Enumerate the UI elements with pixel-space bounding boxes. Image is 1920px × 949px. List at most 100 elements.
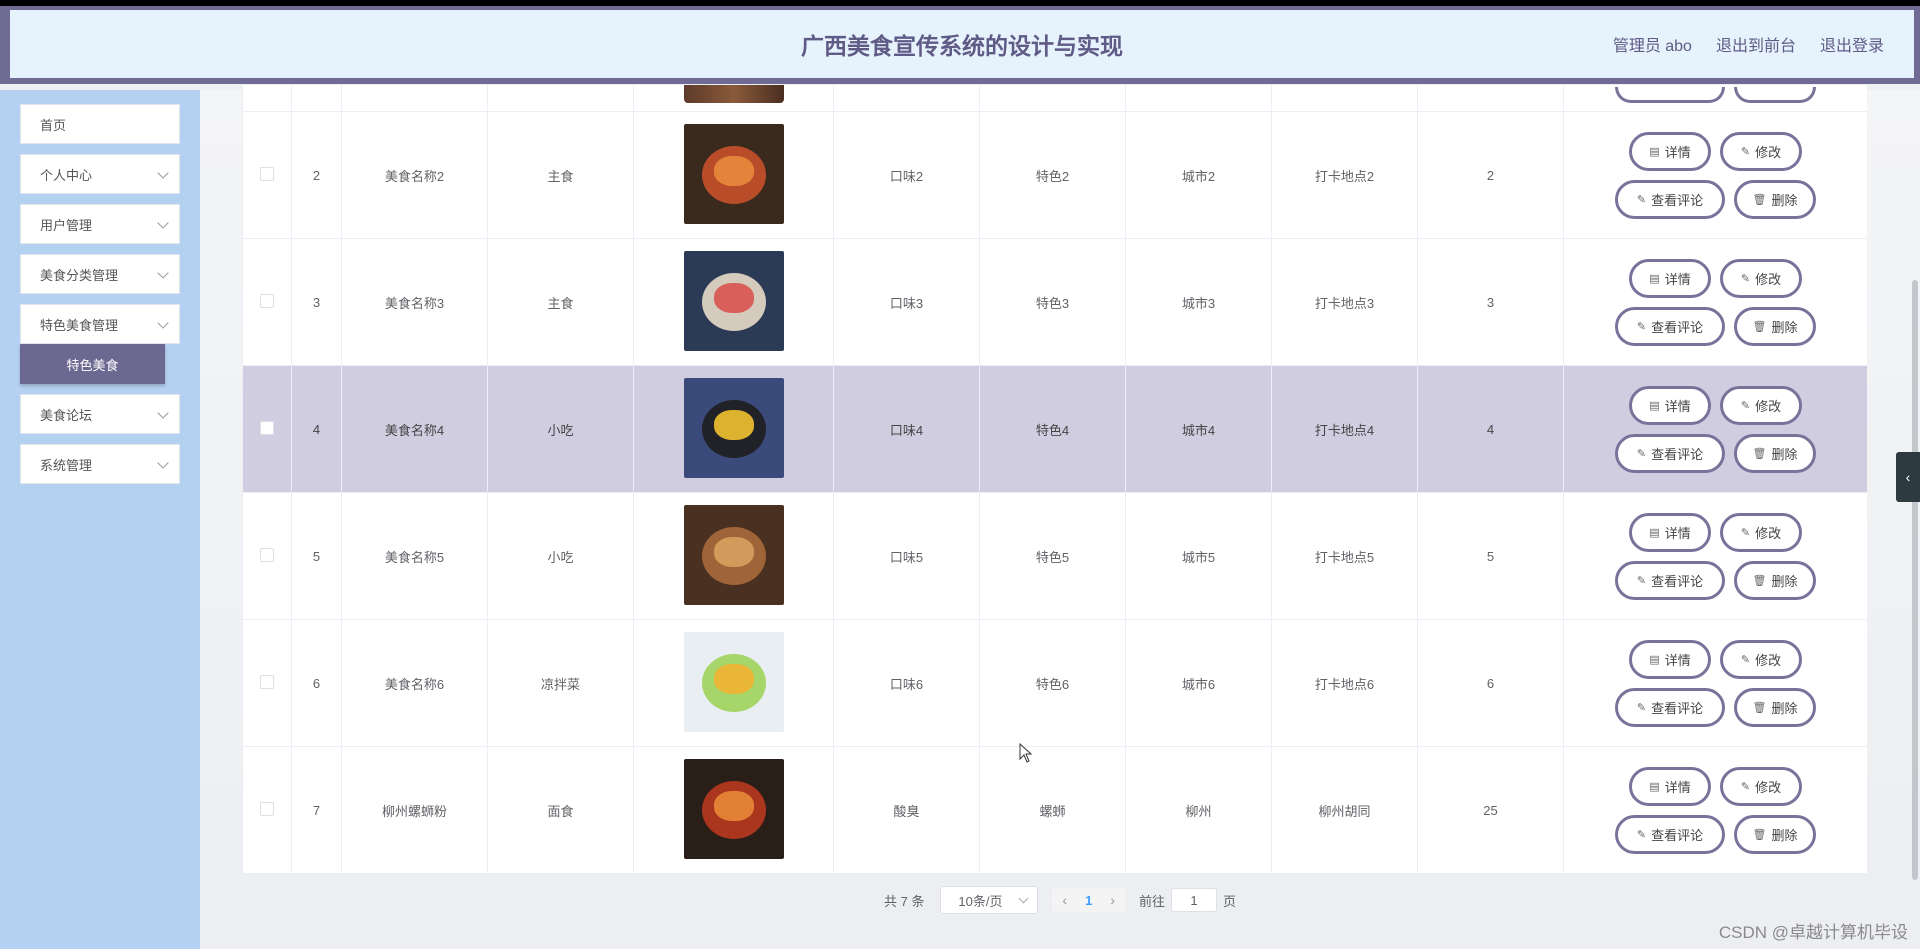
food-feature: 特色5 — [979, 492, 1126, 620]
edit-button[interactable]: ✎ 修改 — [1720, 512, 1802, 552]
food-city: 城市2 — [1125, 111, 1272, 239]
pencil-icon: ✎ — [1636, 320, 1647, 333]
row-checkbox[interactable] — [260, 801, 274, 816]
edit-button[interactable]: ✎ 修改 — [1720, 766, 1802, 806]
header-bar: 广西美食宣传系统的设计与实现 管理员 abo 退出到前台 退出登录 — [10, 10, 1914, 78]
sidebar-item-system-management[interactable]: 系统管理 — [20, 444, 180, 484]
edit-button[interactable]: ✎ 修改 — [1720, 385, 1802, 425]
delete-button[interactable]: 🗑 删除 — [1734, 306, 1816, 346]
logout-link[interactable]: 退出登录 — [1820, 32, 1884, 56]
view-comments-button[interactable]: ✎ 查看评论 — [1615, 687, 1725, 727]
food-city: 柳州 — [1125, 746, 1272, 874]
food-category: 主食 — [487, 238, 634, 366]
document-icon: ▤ — [1649, 272, 1660, 285]
row-checkbox[interactable] — [260, 166, 274, 181]
row-checkbox[interactable] — [260, 674, 274, 689]
food-feature: 特色3 — [979, 238, 1126, 366]
collapse-panel-tab[interactable]: ‹ — [1896, 452, 1920, 502]
food-feature: 特色4 — [979, 365, 1126, 493]
food-checkin-spot: 打卡地点2 — [1271, 111, 1418, 239]
vertical-scrollbar[interactable] — [1912, 280, 1918, 880]
delete-button[interactable]: 🗑 删除 — [1734, 814, 1816, 854]
document-icon: ▤ — [1649, 526, 1660, 539]
pencil-icon: ✎ — [1740, 653, 1751, 666]
row-checkbox[interactable] — [260, 420, 274, 435]
trash-icon: 🗑 — [1752, 701, 1767, 714]
sidebar-item-label: 个人中心 — [40, 167, 93, 183]
food-category: 面食 — [487, 746, 634, 874]
delete-button-partial[interactable] — [1734, 87, 1816, 103]
delete-button[interactable]: 🗑 删除 — [1734, 560, 1816, 600]
detail-button[interactable]: ▤ 详情 — [1629, 766, 1711, 806]
view-comments-button-partial[interactable] — [1615, 87, 1725, 103]
row-checkbox[interactable] — [260, 547, 274, 562]
food-image[interactable] — [683, 504, 784, 605]
chevron-down-icon — [157, 267, 169, 279]
delete-button[interactable]: 🗑 删除 — [1734, 687, 1816, 727]
edit-button[interactable]: ✎ 修改 — [1720, 639, 1802, 679]
food-image[interactable] — [683, 250, 784, 351]
prev-page-icon[interactable]: ‹ — [1062, 892, 1067, 908]
row-checkbox[interactable] — [260, 293, 274, 308]
food-image[interactable] — [683, 377, 784, 478]
chevron-down-icon — [157, 407, 169, 419]
sidebar-item-food-category[interactable]: 美食分类管理 — [20, 254, 180, 294]
food-taste: 口味6 — [833, 619, 980, 747]
delete-button[interactable]: 🗑 删除 — [1734, 179, 1816, 219]
sidebar-subitem-special-food[interactable]: 特色美食 — [20, 344, 165, 384]
row-index: 2 — [291, 111, 342, 239]
sidebar: 首页 个人中心 用户管理 美食分类管理 特色美食管理 特色美食 美食论坛 系统管… — [0, 90, 200, 949]
detail-button[interactable]: ▤ 详情 — [1629, 512, 1711, 552]
food-checkin-spot: 柳州胡同 — [1271, 746, 1418, 874]
pencil-icon: ✎ — [1636, 828, 1647, 841]
document-icon: ▤ — [1649, 780, 1660, 793]
page-size-select[interactable]: 10条/页 — [940, 886, 1039, 914]
food-feature: 螺蛳 — [979, 746, 1126, 874]
food-name: 美食名称4 — [341, 365, 488, 493]
sidebar-item-special-food[interactable]: 特色美食管理 — [20, 304, 180, 344]
view-comments-button[interactable]: ✎ 查看评论 — [1615, 179, 1725, 219]
sidebar-item-label: 用户管理 — [40, 217, 93, 233]
goto-page-input[interactable] — [1171, 888, 1218, 912]
view-comments-button[interactable]: ✎ 查看评论 — [1615, 814, 1725, 854]
row-index: 5 — [291, 492, 342, 620]
detail-button[interactable]: ▤ 详情 — [1629, 385, 1711, 425]
admin-label: 管理员 abo — [1612, 38, 1692, 55]
view-comments-button[interactable]: ✎ 查看评论 — [1615, 433, 1725, 473]
food-image[interactable] — [683, 123, 784, 224]
food-count: 3 — [1417, 238, 1564, 366]
document-icon: ▤ — [1649, 399, 1660, 412]
exit-to-front-link[interactable]: 退出到前台 — [1716, 32, 1796, 56]
table-row: 7 柳州螺蛳粉 面食 酸臭 螺蛳 柳州 柳州胡同 25 ▤ 详情 ✎ 修改 ✎ 查看评论 🗑 删除 — [242, 746, 1867, 874]
food-city: 城市6 — [1125, 619, 1272, 747]
page-buttons: ‹ 1 › — [1052, 888, 1125, 912]
pencil-icon: ✎ — [1636, 447, 1647, 460]
next-page-icon[interactable]: › — [1110, 892, 1115, 908]
view-comments-button[interactable]: ✎ 查看评论 — [1615, 306, 1725, 346]
detail-button[interactable]: ▤ 详情 — [1629, 258, 1711, 298]
table-row: 3 美食名称3 主食 口味3 特色3 城市3 打卡地点3 3 ▤ 详情 ✎ 修改 ✎ 查看评论 🗑 删除 — [242, 238, 1867, 366]
detail-button[interactable]: ▤ 详情 — [1629, 131, 1711, 171]
food-count: 2 — [1417, 111, 1564, 239]
food-image[interactable] — [683, 758, 784, 859]
sidebar-item-food-forum[interactable]: 美食论坛 — [20, 394, 180, 434]
delete-button[interactable]: 🗑 删除 — [1734, 433, 1816, 473]
chevron-left-icon: ‹ — [1905, 469, 1911, 485]
sidebar-item-home[interactable]: 首页 — [20, 104, 180, 144]
food-table: 2 美食名称2 主食 口味2 特色2 城市2 打卡地点2 2 ▤ 详情 ✎ 修改 ✎ 查看评论 🗑 删除 3 美食… — [242, 84, 1867, 874]
edit-button[interactable]: ✎ 修改 — [1720, 131, 1802, 171]
food-name: 美食名称6 — [341, 619, 488, 747]
pencil-icon: ✎ — [1740, 145, 1751, 158]
food-name: 美食名称2 — [341, 111, 488, 239]
sidebar-item-label: 系统管理 — [40, 457, 93, 473]
table-row: 6 美食名称6 凉拌菜 口味6 特色6 城市6 打卡地点6 6 ▤ 详情 ✎ 修改 ✎ 查看评论 🗑 删除 — [242, 619, 1867, 747]
sidebar-item-user-management[interactable]: 用户管理 — [20, 204, 180, 244]
page-number-current[interactable]: 1 — [1085, 893, 1092, 908]
view-comments-button[interactable]: ✎ 查看评论 — [1615, 560, 1725, 600]
sidebar-item-personal-center[interactable]: 个人中心 — [20, 154, 180, 194]
page-size-value: 10条/页 — [958, 893, 1003, 909]
detail-button[interactable]: ▤ 详情 — [1629, 639, 1711, 679]
pencil-icon: ✎ — [1740, 780, 1751, 793]
food-image[interactable] — [683, 631, 784, 732]
edit-button[interactable]: ✎ 修改 — [1720, 258, 1802, 298]
